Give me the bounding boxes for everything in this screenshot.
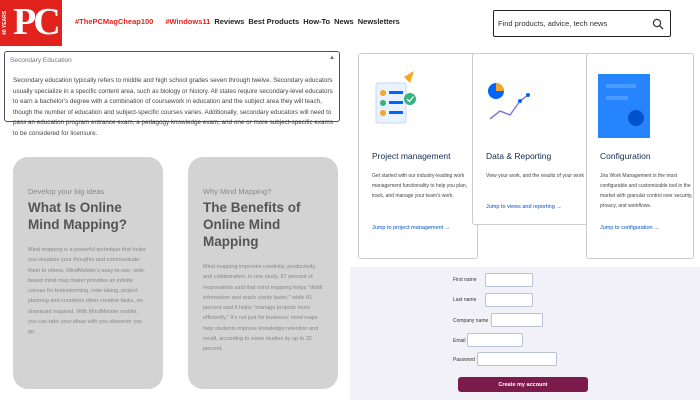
create-account-button[interactable]: Create my account [458,377,588,392]
card-text: Mind mapping improves creativity, produc… [203,264,323,353]
chevron-up-icon[interactable]: ▲ [329,55,335,61]
company-name-label: Company name [453,318,489,324]
nav-links: #Windows11 Reviews Best Products How-To … [165,17,399,26]
card-title: Project management [372,151,451,161]
search-input[interactable] [498,15,648,32]
configuration-illustration-icon [598,74,650,138]
card-project-management[interactable]: Project management Get started with our … [358,53,478,259]
search-box[interactable] [493,10,671,37]
card-description: View your work, and the results of your … [486,173,585,179]
card-data-reporting[interactable]: Data & Reporting View your work, and the… [472,53,592,225]
jump-to-configuration-link[interactable]: Jump to configuration → [600,225,660,231]
checklist-illustration-icon [375,71,416,124]
card-configuration[interactable]: Configuration Jira Work Management is th… [586,53,694,259]
signup-form: First name Last name Company name Email … [350,267,700,400]
first-name-label: First name [453,277,477,283]
nav-link-reviews[interactable]: Reviews [214,17,244,26]
jump-to-project-management-link[interactable]: Jump to project management → [372,225,450,231]
first-name-field[interactable] [485,273,533,287]
nav-link-best-products[interactable]: Best Products [248,17,299,26]
nav-link-how-to[interactable]: How-To [303,17,330,26]
card-text: Mind mapping is a powerful technique tha… [28,247,146,336]
card-kicker: Develop your big ideas [28,187,105,196]
accordion-body: Secondary education typically refers to … [13,77,333,137]
pcmag-logo[interactable]: 40 YEARS PC [0,0,62,46]
card-title: Configuration [600,151,651,161]
card-kicker: Why Mind Mapping? [203,187,272,196]
chart-illustration-icon [488,83,530,120]
secondary-education-accordion[interactable]: Secondary Education ▲ Secondary educatio… [4,51,340,137]
card-description: Jira Work Management is the most configu… [600,173,693,209]
top-nav: #ThePCMagCheap100 #Windows11 Reviews Bes… [75,17,400,26]
nav-link-news[interactable]: News [334,17,354,26]
email-field[interactable] [467,333,523,347]
card-benefits-of-mind-mapping: Why Mind Mapping? The Benefits of Online… [188,157,338,389]
card-what-is-mind-mapping: Develop your big ideas What Is Online Mi… [13,157,163,389]
nav-link-windows11[interactable]: #Windows11 [165,17,210,26]
nav-link-newsletters[interactable]: Newsletters [358,17,400,26]
last-name-field[interactable] [485,293,533,307]
accordion-title[interactable]: Secondary Education [10,57,72,64]
logo-text: PC [13,1,61,43]
card-title: The Benefits of Online Mind Mapping [203,200,301,249]
password-label: Password [453,357,475,363]
card-title: What Is Online Mind Mapping? [28,200,127,232]
search-icon[interactable] [652,18,664,30]
password-field[interactable] [477,352,557,366]
card-title: Data & Reporting [486,151,552,161]
nav-link-cheap100[interactable]: #ThePCMagCheap100 [75,17,153,26]
jump-to-views-reporting-link[interactable]: Jump to views and reporting → [486,204,562,210]
anniversary-ribbon: 40 YEARS [2,10,8,36]
last-name-label: Last name [453,297,477,303]
company-name-field[interactable] [491,313,543,327]
card-description: Get started with our industry-leading wo… [372,173,468,199]
email-label: Email [453,338,466,344]
